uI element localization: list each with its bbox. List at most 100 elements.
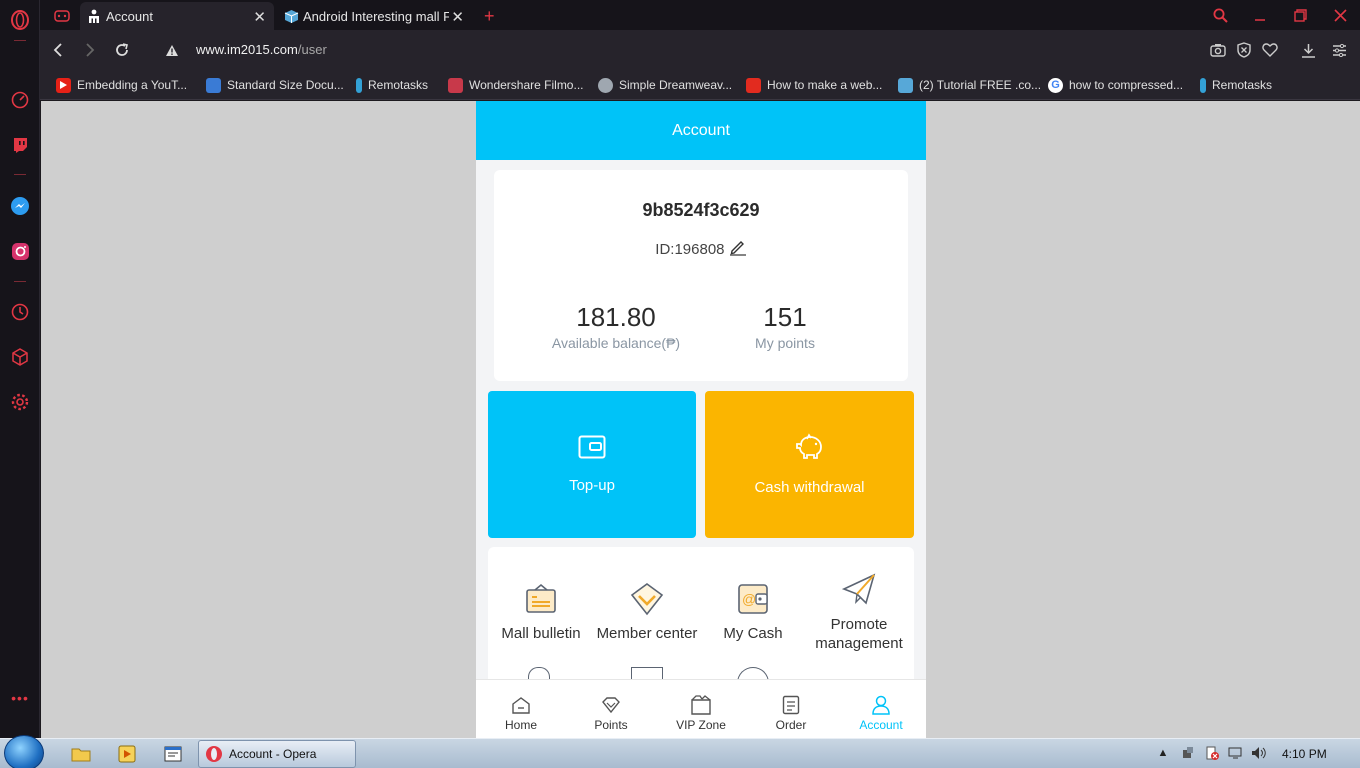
media-player-icon[interactable] <box>108 741 146 767</box>
snapshot-camera-icon[interactable] <box>1208 40 1228 60</box>
tab-account[interactable]: Account <box>836 694 926 732</box>
start-button[interactable] <box>4 735 44 768</box>
window-app-icon[interactable] <box>154 741 192 767</box>
adobe-icon <box>746 77 761 93</box>
more-dots-icon[interactable]: ••• <box>9 687 31 709</box>
tab-label: Home <box>504 718 537 732</box>
account-person-icon <box>836 694 926 716</box>
home-icon <box>476 694 566 716</box>
menu-my-cash[interactable]: @ My Cash <box>700 579 806 642</box>
new-tab-button[interactable]: + <box>476 2 500 30</box>
menu-member-center[interactable]: Member center <box>594 579 700 642</box>
tray-volume-icon[interactable] <box>1251 745 1267 761</box>
sidebar-divider <box>14 174 26 175</box>
bookmark-simple-dreamweaver[interactable]: Simple Dreamweav... <box>598 76 732 94</box>
cash-wallet-icon: @ <box>700 579 806 619</box>
taskbar-opera-window[interactable]: Account - Opera <box>198 740 356 768</box>
adblock-shield-icon[interactable] <box>1234 40 1254 60</box>
bookmark-label: (2) Tutorial FREE .co... <box>919 78 1042 92</box>
minimize-button[interactable] <box>1247 4 1273 26</box>
menu-mall-bulletin[interactable]: Mall bulletin <box>488 579 594 642</box>
menu-promote-management[interactable]: Promote management <box>806 569 912 653</box>
bookmark-remotasks-2[interactable]: Remotasks <box>1200 76 1272 94</box>
bookmark-heart-icon[interactable] <box>1260 40 1280 60</box>
close-tab-icon[interactable]: ✕ <box>451 8 464 26</box>
tab-title: Android Interesting mall Fa <box>303 8 449 24</box>
settings-gear-icon[interactable] <box>9 391 31 413</box>
user-id: ID:196808 <box>655 241 725 258</box>
search-tabs-icon[interactable] <box>1207 4 1233 26</box>
cash-withdrawal-label: Cash withdrawal <box>754 479 865 496</box>
tab-label: Points <box>594 718 628 732</box>
menu-label: Mall bulletin <box>501 625 581 642</box>
cube-favicon-icon <box>284 9 299 24</box>
tray-network-icon[interactable] <box>1228 745 1244 761</box>
bookmark-label: how to compressed... <box>1069 78 1184 92</box>
diamond-icon <box>594 579 700 619</box>
gem-icon <box>566 694 656 716</box>
easy-setup-icon[interactable] <box>1329 40 1349 60</box>
tab-home[interactable]: Home <box>476 694 566 732</box>
tray-device-icon[interactable] <box>1180 745 1196 761</box>
downloads-icon[interactable] <box>1298 40 1318 60</box>
instagram-icon[interactable] <box>9 240 31 262</box>
tray-action-center-icon[interactable] <box>1204 745 1220 761</box>
cash-withdrawal-button[interactable]: Cash withdrawal <box>705 391 914 538</box>
forward-button[interactable] <box>80 40 100 60</box>
wallet-icon <box>578 435 606 463</box>
bookmark-label: Simple Dreamweav... <box>619 78 733 92</box>
taskbar-clock: 4:10 PM <box>1282 747 1327 761</box>
bookmark-how-to-compressed[interactable]: G how to compressed... <box>1048 76 1183 94</box>
file-explorer-icon[interactable] <box>62 741 100 767</box>
tab-order[interactable]: Order <box>746 694 836 732</box>
topup-label: Top-up <box>569 477 615 494</box>
tab-label: Order <box>775 718 807 732</box>
youtube-icon <box>56 77 71 93</box>
tab-label: VIP Zone <box>676 718 726 732</box>
doc-icon <box>206 77 221 93</box>
filmora-icon <box>448 77 463 93</box>
balance-label: Available balance(₱) <box>551 335 681 351</box>
url-field[interactable]: www.im2015.com/user <box>196 42 327 57</box>
back-button[interactable] <box>48 40 68 60</box>
tab-android-mall[interactable]: Android Interesting mall Fa ✕ <box>276 2 472 30</box>
opera-logo-icon[interactable] <box>9 9 31 31</box>
tab-account[interactable]: Account ✕ <box>80 2 274 30</box>
bookmark-embedding-youtube[interactable]: Embedding a YouT... <box>56 76 187 94</box>
bookmarks-bar: Embedding a YouT... Standard Size Docu..… <box>40 70 1360 100</box>
reload-button[interactable] <box>112 40 132 60</box>
not-secure-warning-icon[interactable] <box>162 40 182 60</box>
address-bar: www.im2015.com/user <box>40 30 1360 70</box>
tab-points[interactable]: Points <box>566 694 656 732</box>
bookmark-how-to-make-web[interactable]: How to make a web... <box>746 76 882 94</box>
history-icon[interactable] <box>9 301 31 323</box>
twitch-icon[interactable] <box>9 134 31 156</box>
messenger-icon[interactable] <box>9 195 31 217</box>
bookmark-remotasks[interactable]: Remotasks <box>356 76 428 94</box>
bookmark-label: Remotasks <box>1212 78 1273 92</box>
gx-corner-icon[interactable] <box>46 2 78 30</box>
tab-vip-zone[interactable]: VIP Zone <box>656 694 746 732</box>
close-window-button[interactable] <box>1327 4 1353 26</box>
svg-text:@: @ <box>742 591 756 607</box>
balance-value: 181.80 <box>576 302 656 332</box>
menu-label: Member center <box>596 625 698 642</box>
bookmark-tutorial-free[interactable]: (2) Tutorial FREE .co... <box>898 76 1041 94</box>
edit-pencil-icon[interactable] <box>729 238 747 260</box>
speed-dial-icon[interactable] <box>9 89 31 111</box>
taskbar-task-label: Account - Opera <box>229 747 317 761</box>
tray-expand-icon[interactable]: ▲ <box>1155 745 1171 761</box>
bookmark-standard-size[interactable]: Standard Size Docu... <box>206 76 344 94</box>
restore-button[interactable] <box>1287 4 1313 26</box>
extensions-cube-icon[interactable] <box>9 346 31 368</box>
cube-icon <box>898 77 913 93</box>
topup-button[interactable]: Top-up <box>488 391 696 538</box>
points-label: My points <box>755 335 815 351</box>
bookmark-wondershare-filmora[interactable]: Wondershare Filmo... <box>448 76 584 94</box>
balance-stat: 181.80 Available balance(₱) <box>526 302 706 351</box>
account-favicon-icon <box>88 9 100 23</box>
opera-taskbar-icon <box>206 746 222 762</box>
page-title: Account <box>476 101 926 160</box>
close-tab-icon[interactable]: ✕ <box>253 8 266 26</box>
bulletin-board-icon <box>488 579 594 619</box>
